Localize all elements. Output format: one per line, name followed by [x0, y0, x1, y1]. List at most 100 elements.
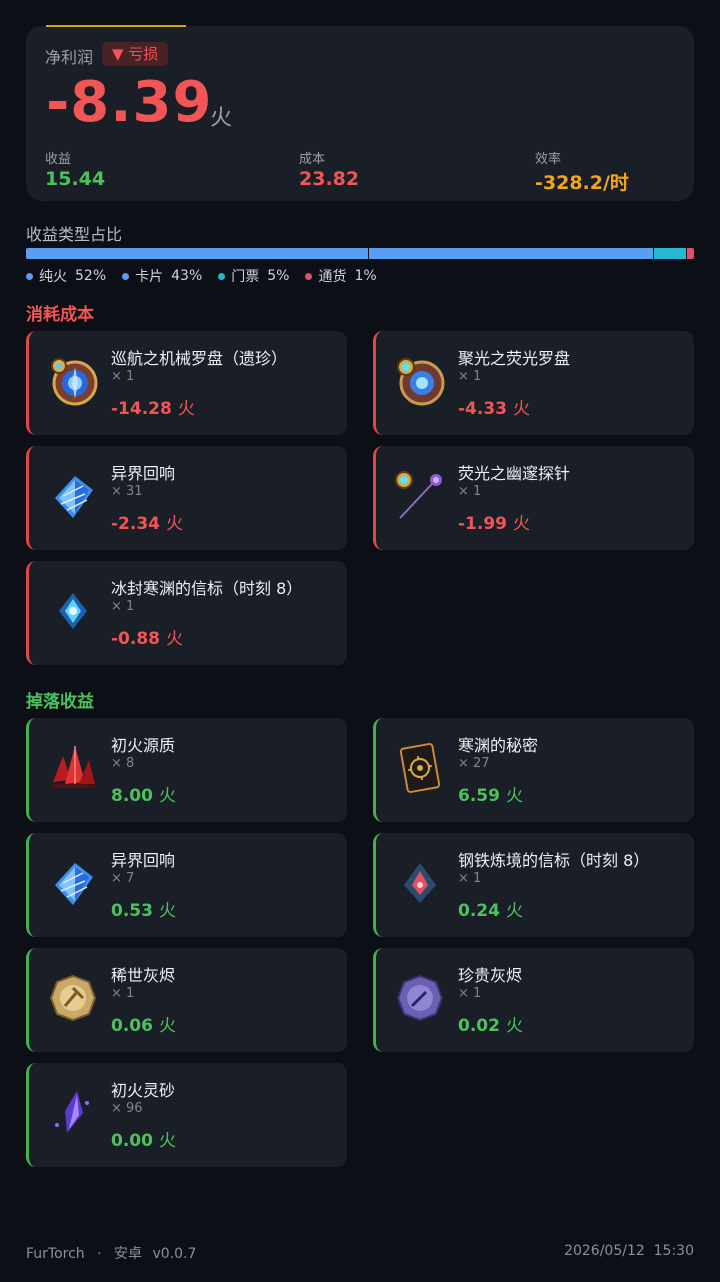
legend-dot-icon: [218, 272, 226, 280]
cost-item-card[interactable]: 巡航之机械罗盘（遗珍） × 1 -14.28 火: [26, 331, 347, 435]
gain-item-card[interactable]: 寒渊的秘密 × 27 6.59 火: [373, 718, 694, 822]
item-quantity: × 1: [458, 484, 482, 499]
income-metric: 收益 15.44: [45, 148, 105, 190]
item-value-unit: 火: [166, 629, 183, 649]
item-name: 冰封寒渊的信标（时刻 8）: [111, 579, 303, 598]
item-name: 珍贵灰烬: [458, 966, 523, 985]
item-value-unit: 火: [505, 786, 523, 806]
item-value: -2.34 火: [111, 509, 183, 534]
gain-item-card[interactable]: 稀世灰烬 × 1 0.06 火: [26, 948, 347, 1052]
item-quantity: × 7: [111, 871, 135, 886]
item-value-unit: 火: [158, 786, 176, 806]
efficiency-value: -328.2/时: [535, 172, 629, 194]
cost-metric: 成本 23.82: [299, 148, 359, 190]
item-value-number: 6.59: [458, 786, 500, 806]
ratio-segment: [687, 248, 694, 259]
legend-dot-icon: [122, 272, 130, 280]
item-value-number: 8.00: [111, 786, 153, 806]
profit-summary-card: 净利润 ▼ 亏损 -8.39 火 收益 15.44 成本 23.82 效率 -3…: [26, 25, 694, 201]
legend-item: 卡片 43%: [122, 266, 202, 286]
cost-value: 23.82: [299, 168, 360, 190]
item-value-unit: 火: [158, 1131, 176, 1151]
legend-percent: 52%: [75, 268, 107, 284]
net-profit-label: 净利润: [45, 48, 94, 67]
item-name: 初火灵砂: [111, 1081, 176, 1100]
item-value: 8.00 火: [111, 781, 176, 806]
efficiency-metric: 效率 -328.2/时: [535, 148, 629, 195]
item-name: 荧光之幽邃探针: [458, 464, 571, 483]
blue-crystal-icon: [45, 855, 101, 911]
item-value-unit: 火: [158, 1016, 176, 1036]
legend-label: 通货: [318, 269, 347, 285]
cost-section-title: 消耗成本: [26, 305, 94, 325]
purple-ash-coin-icon: [392, 970, 448, 1026]
item-value-number: 0.53: [111, 901, 153, 921]
net-profit-unit: 火: [210, 106, 233, 131]
ratio-segment: [26, 248, 370, 259]
item-quantity: × 1: [111, 986, 135, 1001]
item-quantity: × 8: [111, 756, 135, 771]
accent-line: [46, 25, 186, 27]
legend-item: 纯火 52%: [26, 266, 106, 286]
item-value-number: -2.34: [111, 514, 160, 534]
item-value: 0.53 火: [111, 896, 176, 921]
item-name: 钢铁炼境的信标（时刻 8）: [458, 851, 650, 870]
income-ratio-title: 收益类型占比: [26, 225, 123, 244]
platform-label: 安卓: [114, 1246, 143, 1262]
gain-item-card[interactable]: 初火灵砂 × 96 0.00 火: [26, 1063, 347, 1167]
efficiency-label: 效率: [535, 152, 562, 167]
gain-item-card[interactable]: 异界回响 × 7 0.53 火: [26, 833, 347, 937]
compass-relic-icon: [45, 353, 101, 409]
item-value-number: -0.88: [111, 629, 160, 649]
steel-beacon-icon: [392, 855, 448, 911]
secret-card-icon: [392, 740, 448, 796]
gain-item-card[interactable]: 珍贵灰烬 × 1 0.02 火: [373, 948, 694, 1052]
item-value-number: -1.99: [458, 514, 507, 534]
loss-badge: ▼ 亏损: [102, 42, 169, 66]
income-value: 15.44: [45, 168, 106, 190]
item-value-number: 0.02: [458, 1016, 500, 1036]
item-name: 异界回响: [111, 851, 176, 870]
ratio-segment: [369, 248, 654, 259]
item-name: 聚光之荧光罗盘: [458, 349, 571, 368]
item-value-unit: 火: [166, 514, 183, 534]
item-quantity: × 27: [458, 756, 490, 771]
item-value-unit: 火: [505, 1016, 523, 1036]
item-value-unit: 火: [513, 399, 530, 419]
gain-item-card[interactable]: 初火源质 × 8 8.00 火: [26, 718, 347, 822]
item-value-number: 0.24: [458, 901, 500, 921]
item-quantity: × 1: [458, 986, 482, 1001]
item-name: 巡航之机械罗盘（遗珍）: [111, 349, 288, 368]
item-value-number: -4.33: [458, 399, 507, 419]
cost-item-card[interactable]: 荧光之幽邃探针 × 1 -1.99 火: [373, 446, 694, 550]
income-label: 收益: [45, 152, 72, 167]
item-value: 0.00 火: [111, 1126, 176, 1151]
legend-item: 通货 1%: [305, 266, 377, 286]
blue-crystal-icon: [45, 468, 101, 524]
item-value: 6.59 火: [458, 781, 523, 806]
item-value: 0.06 火: [111, 1011, 176, 1036]
red-crystal-icon: [45, 740, 101, 796]
cost-item-card[interactable]: 异界回响 × 31 -2.34 火: [26, 446, 347, 550]
footer-separator: ·: [97, 1246, 102, 1262]
item-value-number: 0.00: [111, 1131, 153, 1151]
item-value-number: 0.06: [111, 1016, 153, 1036]
footer-app-info: FurTorch · 安卓 v0.0.7: [26, 1243, 196, 1263]
item-quantity: × 1: [458, 871, 482, 886]
cost-item-card[interactable]: 冰封寒渊的信标（时刻 8） × 1 -0.88 火: [26, 561, 347, 665]
version-label: v0.0.7: [152, 1246, 197, 1262]
gain-section-title: 掉落收益: [26, 692, 94, 712]
app-name: FurTorch: [26, 1246, 85, 1262]
item-value-unit: 火: [505, 901, 523, 921]
item-quantity: × 1: [458, 369, 482, 384]
item-name: 寒渊的秘密: [458, 736, 539, 755]
item-name: 初火源质: [111, 736, 176, 755]
legend-percent: 43%: [171, 268, 203, 284]
gain-item-card[interactable]: 钢铁炼境的信标（时刻 8） × 1 0.24 火: [373, 833, 694, 937]
item-name: 稀世灰烬: [111, 966, 176, 985]
net-profit-value: -8.39: [46, 70, 213, 135]
item-value-unit: 火: [177, 399, 195, 419]
fluorescent-compass-icon: [392, 353, 448, 409]
cost-item-card[interactable]: 聚光之荧光罗盘 × 1 -4.33 火: [373, 331, 694, 435]
legend-percent: 5%: [267, 268, 290, 284]
